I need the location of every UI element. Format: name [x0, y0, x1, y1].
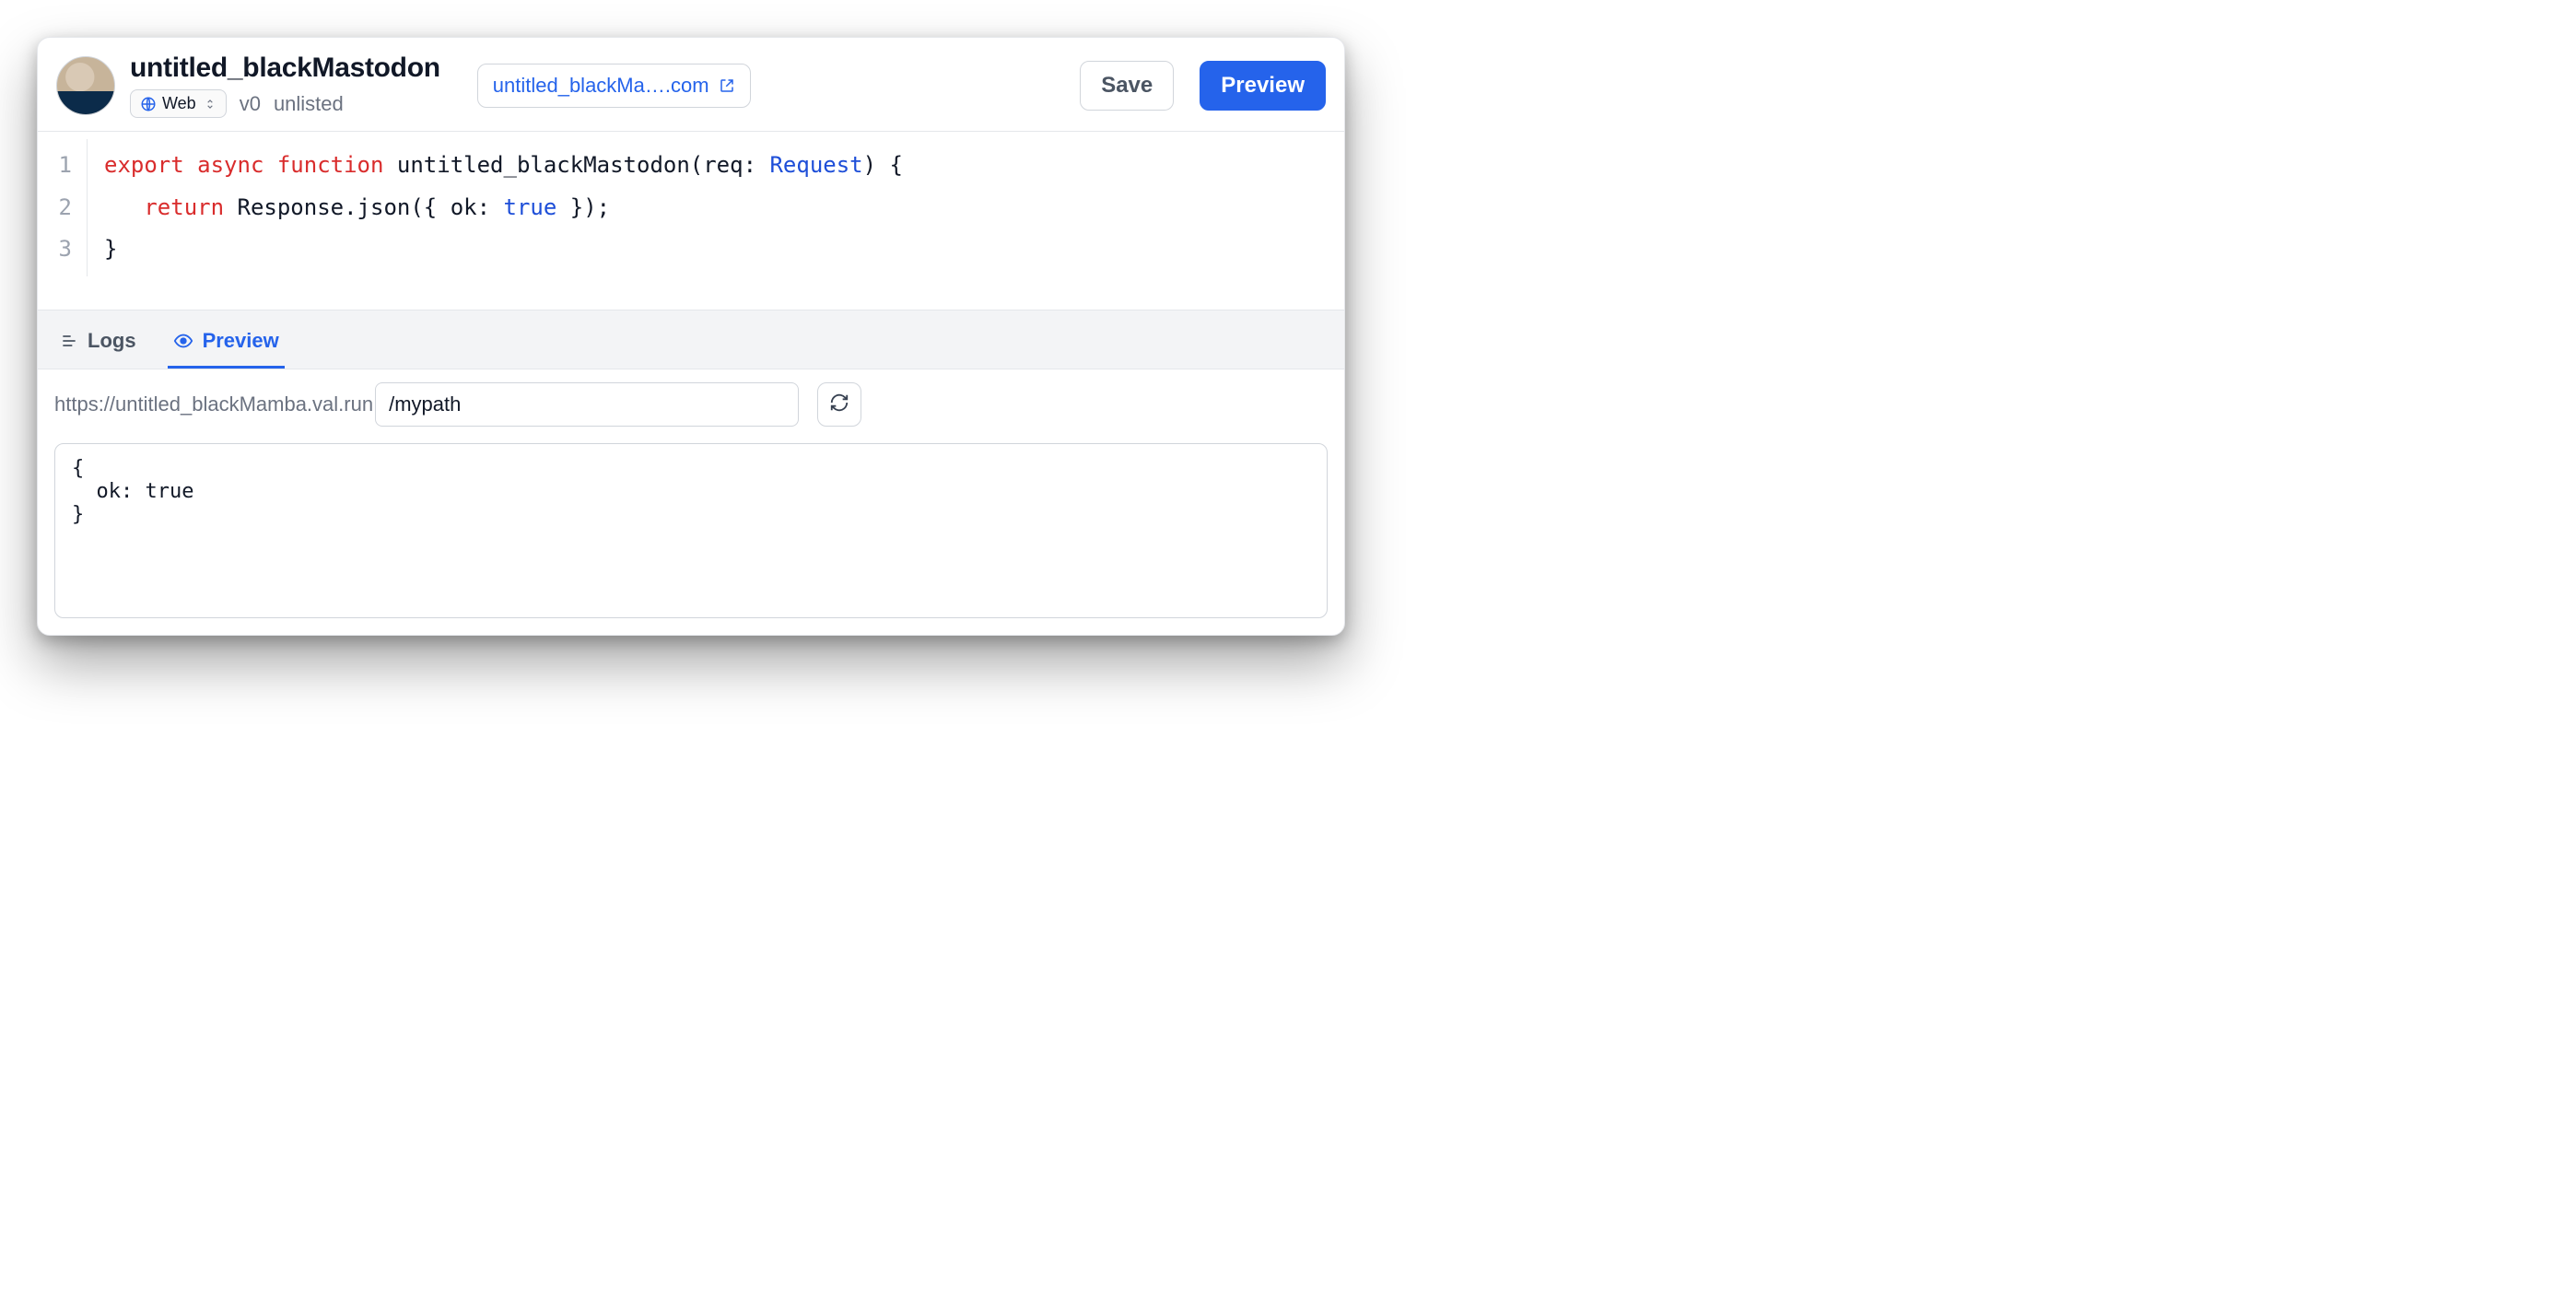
- visibility-label: unlisted: [274, 92, 344, 116]
- base-url: https://untitled_blackMamba.val.run: [54, 392, 373, 416]
- code-content[interactable]: export async function untitled_blackMast…: [88, 139, 919, 276]
- type-selector[interactable]: Web: [130, 89, 227, 118]
- globe-icon: [140, 96, 157, 112]
- version-label: v0: [240, 92, 261, 116]
- preview-output: { ok: true }: [54, 443, 1328, 618]
- external-link-icon: [719, 77, 735, 94]
- tab-label: Preview: [203, 329, 279, 353]
- preview-button[interactable]: Preview: [1200, 61, 1326, 111]
- refresh-icon: [829, 392, 849, 416]
- list-icon: [60, 332, 78, 350]
- preview-bar: https://untitled_blackMamba.val.run: [38, 369, 1344, 436]
- bottom-tabs: Logs Preview: [38, 310, 1344, 369]
- tab-preview[interactable]: Preview: [168, 320, 285, 369]
- editor-card: untitled_blackMastodon Web v0 unlisted u…: [37, 37, 1345, 636]
- line-number: 2: [38, 187, 77, 229]
- line-number: 1: [38, 145, 77, 187]
- line-gutter: 123: [38, 139, 88, 276]
- header: untitled_blackMastodon Web v0 unlisted u…: [38, 38, 1344, 131]
- val-title: untitled_blackMastodon: [130, 53, 440, 84]
- type-label: Web: [162, 94, 196, 113]
- title-block: untitled_blackMastodon Web v0 unlisted: [130, 53, 440, 118]
- meta-row: Web v0 unlisted: [130, 89, 440, 118]
- avatar[interactable]: [56, 56, 115, 115]
- tab-label: Logs: [88, 329, 136, 353]
- save-button[interactable]: Save: [1080, 61, 1174, 111]
- code-editor[interactable]: 123 export async function untitled_black…: [38, 132, 1344, 310]
- refresh-button[interactable]: [817, 382, 861, 427]
- url-text: untitled_blackMa….com: [493, 74, 709, 98]
- url-pill[interactable]: untitled_blackMa….com: [477, 64, 751, 108]
- line-number: 3: [38, 228, 77, 271]
- eye-icon: [173, 331, 193, 351]
- chevron-up-down-icon: [204, 97, 217, 111]
- path-input[interactable]: [375, 382, 799, 427]
- tab-logs[interactable]: Logs: [54, 320, 142, 369]
